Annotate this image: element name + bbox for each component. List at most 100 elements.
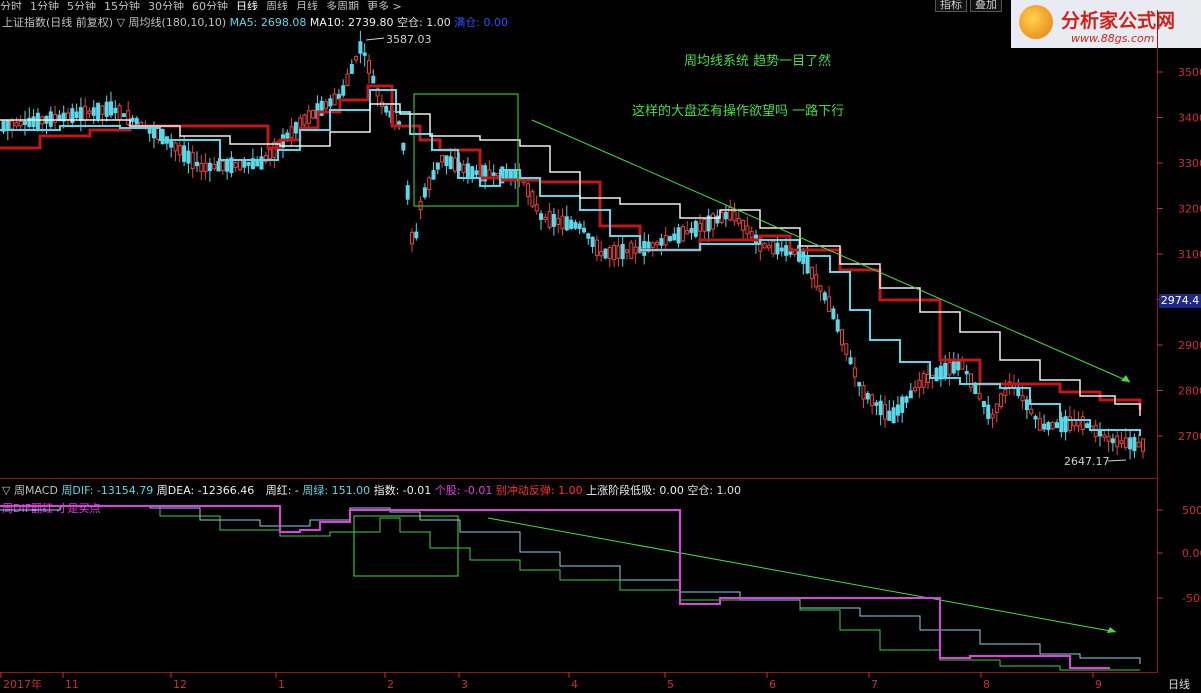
candle-body — [693, 220, 698, 237]
candle-body — [543, 216, 548, 221]
candle-body — [444, 155, 449, 167]
candle-body — [259, 156, 264, 170]
candle-body — [1123, 437, 1128, 449]
x-tick-label: 7 — [871, 678, 878, 691]
candle-body — [465, 163, 470, 178]
y-tick-label: 3500 — [1178, 66, 1201, 79]
candle-body — [1072, 420, 1077, 427]
candle-body — [1132, 436, 1137, 452]
candle-body — [994, 403, 999, 413]
candle-body — [702, 219, 707, 232]
candle-body — [698, 222, 703, 232]
candle-body — [852, 367, 857, 378]
candle-body — [1128, 437, 1133, 450]
candle-body — [83, 105, 88, 121]
highlight-box-macd — [353, 515, 459, 577]
candle-body — [620, 243, 625, 260]
candle-body — [225, 159, 230, 172]
candle-body — [723, 211, 728, 220]
candle-body — [668, 236, 672, 242]
candle-body — [1003, 389, 1008, 396]
candle-body — [474, 170, 479, 175]
candle-body — [883, 404, 887, 420]
y-tick-label: 2800 — [1178, 385, 1201, 398]
candle-body — [642, 241, 647, 256]
candle-body — [569, 219, 574, 229]
candle-body — [328, 98, 333, 107]
candle-body — [1024, 399, 1029, 411]
candle-body — [302, 114, 307, 126]
candle-body — [762, 242, 767, 249]
y-tick-label: 2700 — [1178, 430, 1201, 443]
candle-body — [964, 370, 969, 375]
candle-body — [435, 162, 440, 170]
candle-body — [818, 285, 823, 292]
y-axis-line — [1157, 10, 1158, 673]
candle-body — [990, 413, 995, 419]
panel-divider — [0, 478, 1157, 479]
candle-body — [878, 400, 883, 416]
candle-body — [1067, 416, 1072, 431]
candle-body — [917, 379, 922, 389]
x-tick-label: 3 — [461, 678, 468, 691]
candle-body — [672, 233, 677, 241]
candle-body — [461, 164, 466, 173]
candle-body — [491, 172, 496, 176]
y-tick-label: 2900 — [1178, 339, 1201, 352]
x-tick-label: 2017年 — [3, 677, 42, 691]
candle-body — [66, 112, 70, 121]
candle-body — [1063, 416, 1068, 433]
candle-body — [130, 117, 135, 122]
candle-body — [242, 160, 247, 168]
macd-dea-line — [0, 505, 1140, 671]
candle-body — [203, 162, 208, 172]
candle-body — [960, 360, 965, 370]
period-button[interactable]: 日线 — [1168, 676, 1190, 692]
chart-area[interactable]: 3500340033003200310030002900280027005000… — [0, 0, 1201, 693]
candle-body — [857, 382, 862, 387]
candle-body — [603, 248, 608, 259]
candle-body — [371, 75, 376, 84]
candle-body — [5, 120, 10, 131]
candle-body — [1080, 416, 1085, 430]
candle-body — [1016, 387, 1021, 396]
candle-body — [835, 319, 840, 332]
candle-body — [831, 308, 836, 320]
candle-body — [1102, 434, 1107, 438]
candle-body — [539, 213, 543, 220]
candle-body — [771, 240, 776, 255]
trend-line-macd — [487, 517, 1117, 633]
candle-body — [951, 359, 956, 374]
candle-body — [453, 157, 457, 172]
candle-body — [207, 162, 212, 172]
candle-body — [1055, 422, 1059, 429]
candle-body — [96, 102, 101, 120]
candle-body — [943, 362, 948, 379]
candle-body — [715, 215, 720, 224]
candle-body — [255, 160, 260, 167]
candle-body — [195, 161, 199, 167]
candle-body — [1136, 441, 1141, 448]
candle-body — [431, 170, 436, 180]
candle-body — [526, 183, 531, 197]
candle-body — [100, 105, 105, 115]
candle-body — [775, 242, 780, 255]
candle-body — [921, 373, 926, 388]
candle-body — [749, 231, 754, 238]
candle-body — [246, 162, 251, 166]
x-tick-label: 5 — [667, 678, 674, 691]
candle-body — [1020, 395, 1025, 402]
candle-body — [18, 120, 23, 127]
candle-body — [216, 161, 221, 172]
candle-body — [31, 116, 36, 128]
candle-body — [612, 244, 617, 261]
candle-body — [104, 101, 109, 117]
candle-body — [650, 242, 655, 248]
candle-body — [121, 113, 126, 118]
macd-dif-line — [0, 505, 1141, 664]
candle-body — [741, 220, 746, 231]
y-tick-label: 3300 — [1178, 157, 1201, 170]
candle-body — [655, 241, 660, 246]
candle-body — [336, 93, 341, 100]
candle-body — [848, 357, 853, 365]
